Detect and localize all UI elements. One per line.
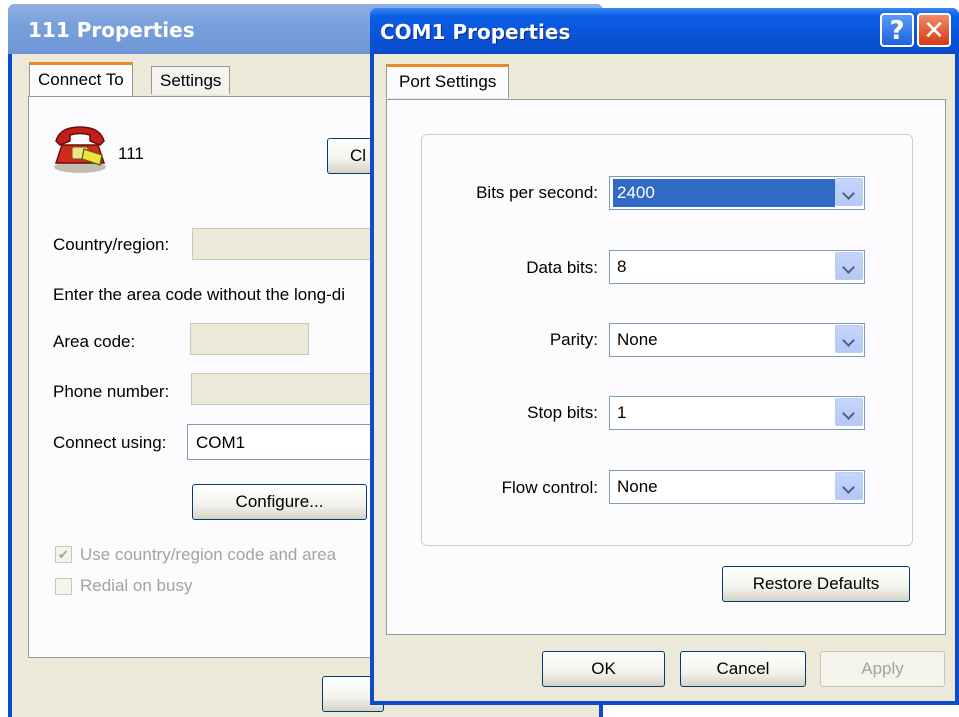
area-code-field[interactable] bbox=[190, 323, 309, 355]
connect-using-value: COM1 bbox=[196, 433, 246, 452]
apply-button[interactable]: Apply bbox=[820, 651, 945, 687]
title-bar[interactable]: COM1 Properties ? ✕ bbox=[370, 8, 959, 54]
stop-bits-label: Stop bits: bbox=[527, 403, 598, 422]
bits-per-second-label: Bits per second: bbox=[476, 183, 598, 202]
flow-control-label: Flow control: bbox=[501, 478, 598, 497]
phone-number-label: Phone number: bbox=[53, 382, 170, 401]
chevron-down-icon[interactable] bbox=[835, 178, 863, 206]
use-country-label: Use country/region code and area bbox=[80, 545, 337, 564]
parity-select[interactable]: None bbox=[609, 323, 865, 357]
connect-using-select[interactable]: COM1 bbox=[187, 424, 379, 460]
redial-label: Redial on busy bbox=[80, 576, 193, 595]
chevron-down-icon[interactable] bbox=[835, 325, 863, 353]
data-bits-value: 8 bbox=[617, 257, 627, 276]
parity-value: None bbox=[617, 330, 658, 349]
restore-defaults-button[interactable]: Restore Defaults bbox=[722, 566, 910, 602]
bits-per-second-value: 2400 bbox=[613, 179, 835, 207]
tab-port-settings[interactable]: Port Settings bbox=[386, 64, 510, 98]
redial-checkbox[interactable] bbox=[55, 578, 72, 595]
window-title: COM1 Properties bbox=[380, 20, 571, 44]
country-region-select[interactable] bbox=[192, 228, 379, 260]
window-title: 111 Properties bbox=[28, 18, 195, 42]
phone-number-field[interactable] bbox=[191, 373, 379, 405]
flow-control-select[interactable]: None bbox=[609, 470, 865, 504]
parity-label: Parity: bbox=[549, 330, 598, 349]
close-button[interactable]: ✕ bbox=[917, 13, 951, 47]
connect-using-label: Connect using: bbox=[53, 433, 167, 452]
ok-button[interactable]: OK bbox=[542, 651, 665, 687]
chevron-down-icon[interactable] bbox=[835, 398, 863, 426]
chevron-down-icon[interactable] bbox=[835, 472, 863, 500]
phone-icon bbox=[54, 126, 106, 173]
instruction-text: Enter the area code without the long-di bbox=[53, 285, 346, 304]
data-bits-select[interactable]: 8 bbox=[609, 250, 865, 284]
area-code-label: Area code: bbox=[53, 332, 136, 351]
stop-bits-value: 1 bbox=[617, 403, 627, 422]
bits-per-second-select[interactable]: 2400 bbox=[609, 176, 865, 210]
connection-name: 111 bbox=[118, 144, 144, 163]
tab-connect-to[interactable]: Connect To bbox=[29, 62, 133, 96]
country-region-label: Country/region: bbox=[53, 235, 170, 254]
help-button[interactable]: ? bbox=[880, 13, 914, 47]
tab-settings[interactable]: Settings bbox=[151, 66, 231, 94]
stop-bits-select[interactable]: 1 bbox=[609, 396, 865, 430]
configure-button[interactable]: Configure... bbox=[192, 484, 367, 520]
cancel-button[interactable]: Cancel bbox=[680, 651, 806, 687]
data-bits-label: Data bits: bbox=[526, 258, 598, 277]
chevron-down-icon[interactable] bbox=[835, 252, 863, 280]
use-country-checkbox[interactable]: ✔ bbox=[55, 546, 72, 563]
flow-control-value: None bbox=[617, 477, 658, 496]
